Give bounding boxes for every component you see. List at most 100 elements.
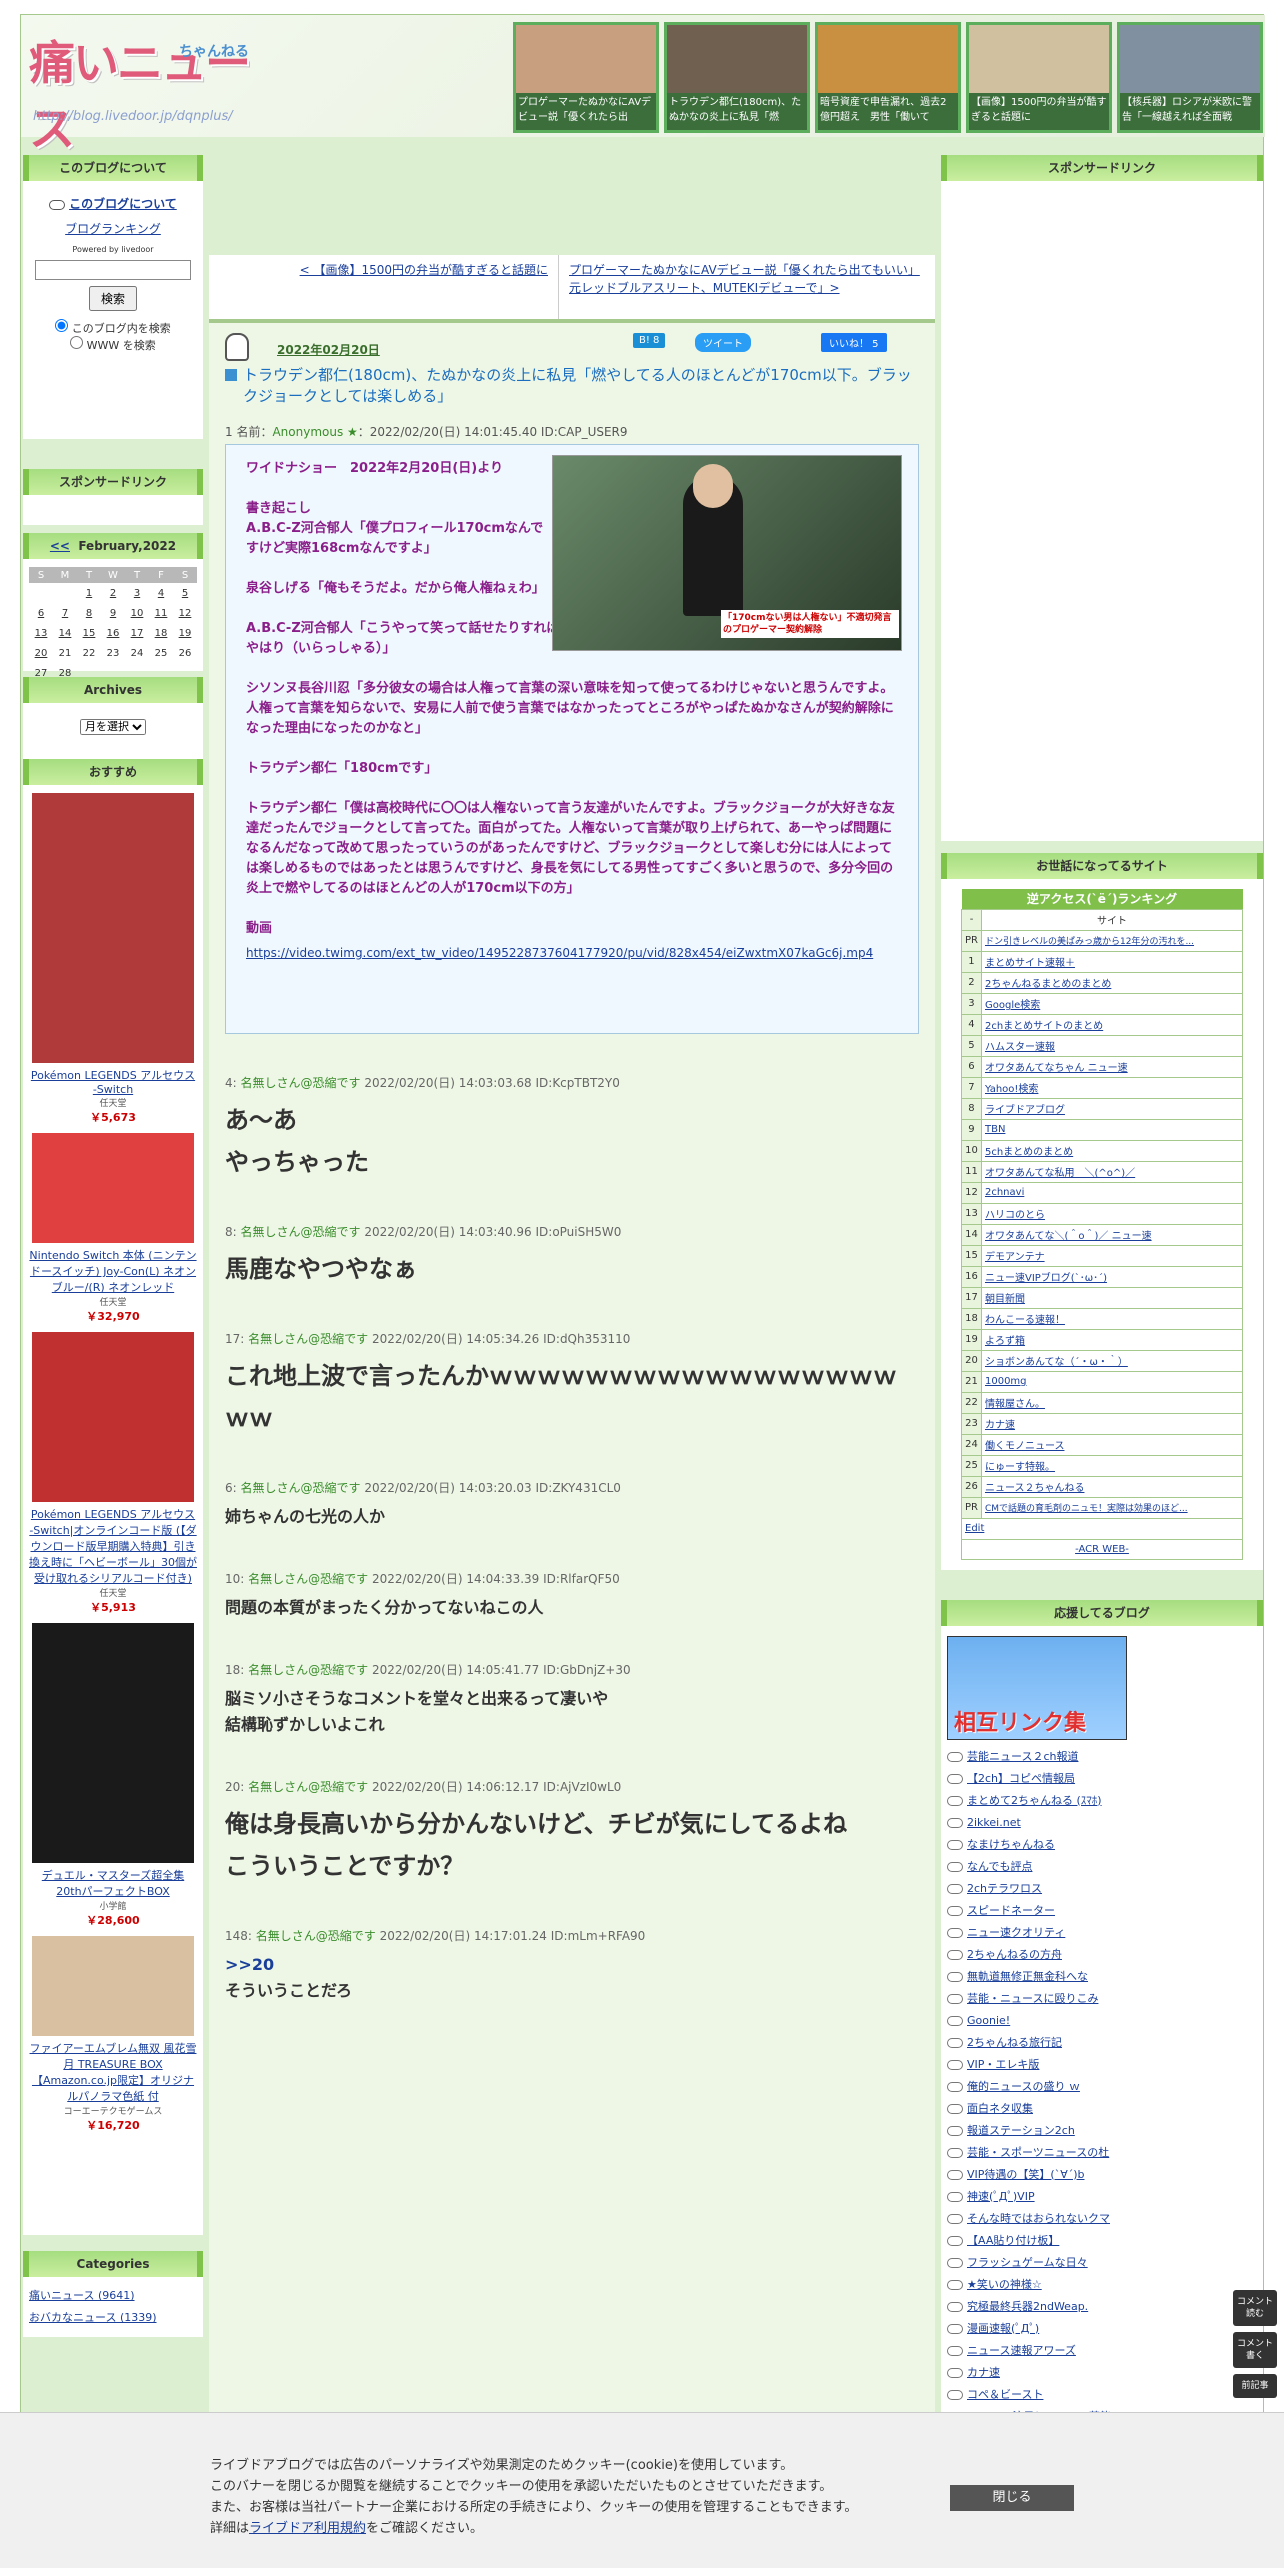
product-image[interactable] bbox=[32, 1133, 194, 1243]
support-blog-link[interactable]: VIP・エレキ版 bbox=[967, 2054, 1039, 2076]
header-thumb[interactable]: 【画像】1500円の弁当が酷すぎると話題に bbox=[966, 22, 1112, 133]
ranking-site-link[interactable]: CMで話題の育毛剤のニュモ！実際は効果のほど... bbox=[985, 1504, 1188, 1514]
cookie-terms-link[interactable]: ライブドア利用規約 bbox=[249, 2521, 366, 2536]
ranking-site-link[interactable]: Google検索 bbox=[985, 1000, 1040, 1011]
support-blog-link[interactable]: 神速(ﾟДﾟ)VIP bbox=[967, 2186, 1035, 2208]
calendar-day[interactable]: 11 bbox=[149, 603, 173, 623]
ranking-site-link[interactable]: デモアンテナ bbox=[985, 1252, 1045, 1263]
support-blog-link[interactable]: なんでも評点 bbox=[967, 1856, 1032, 1878]
archives-select[interactable]: 月を選択 bbox=[80, 719, 146, 735]
comment-anchor-link[interactable]: >>20 bbox=[225, 1952, 919, 1978]
prev-article-link[interactable]: < 【画像】1500円の弁当が酷すぎると話題に bbox=[300, 263, 548, 277]
support-blog-link[interactable]: VIP待遇の【笑】(`∀´)b bbox=[967, 2164, 1085, 2186]
product-link[interactable]: ファイアーエムブレム無双 風花雪月 TREASURE BOX 【Amazon.c… bbox=[30, 2042, 197, 2103]
support-blog-link[interactable]: ニュース速報アワーズ bbox=[967, 2340, 1076, 2362]
calendar-day[interactable]: 13 bbox=[29, 623, 53, 643]
calendar-day[interactable]: 14 bbox=[53, 623, 77, 643]
ranking-site-link[interactable]: ニュース２ちゃんねる bbox=[985, 1483, 1085, 1494]
support-blog-link[interactable]: ニュー速クオリティ bbox=[967, 1922, 1065, 1944]
ranking-site-link[interactable]: ライブドアブログ bbox=[985, 1105, 1065, 1116]
calendar-day[interactable]: 15 bbox=[77, 623, 101, 643]
calendar-day[interactable]: 24 bbox=[125, 643, 149, 663]
ranking-site-link[interactable]: ニュー速VIPブログ(`･ω･´) bbox=[985, 1273, 1107, 1284]
ranking-site-link[interactable]: ショボンあんてな（´・ω・｀） bbox=[985, 1357, 1128, 1368]
support-blog-link[interactable]: スピードネーター bbox=[967, 1900, 1055, 1922]
category-link[interactable]: 痛いニュース (9641) bbox=[29, 2285, 197, 2307]
calendar-day[interactable]: 6 bbox=[29, 603, 53, 623]
ranking-site-link[interactable]: にゅーす特報。 bbox=[985, 1462, 1055, 1473]
about-link[interactable]: このブログについて bbox=[69, 197, 177, 211]
ranking-site-link[interactable]: カナ速 bbox=[985, 1420, 1015, 1431]
ranking-site-link[interactable]: Yahoo!検索 bbox=[985, 1084, 1038, 1095]
calendar-day[interactable]: 26 bbox=[173, 643, 197, 663]
ranking-site-link[interactable]: 5chまとめのまとめ bbox=[985, 1147, 1073, 1158]
support-blog-link[interactable]: 芸能ニュース２ch報道 bbox=[967, 1746, 1078, 1768]
calendar-day[interactable]: 7 bbox=[53, 603, 77, 623]
next-article-link[interactable]: プロゲーマーたぬかなにAVデビュー説「優くれたら出てもいい」元レッドブルアスリー… bbox=[569, 263, 920, 295]
calendar-day[interactable]: 17 bbox=[125, 623, 149, 643]
header-thumb[interactable]: プロゲーマーたぬかなにAVデビュー説「優くれたら出 bbox=[513, 22, 659, 133]
like-button[interactable]: いいね！ 5 bbox=[821, 333, 887, 352]
support-blog-link[interactable]: そんな時ではおられないクマ bbox=[967, 2208, 1110, 2230]
video-link[interactable]: https://video.twimg.com/ext_tw_video/149… bbox=[246, 946, 873, 960]
calendar-day[interactable]: 25 bbox=[149, 643, 173, 663]
cookie-close-button[interactable]: 閉じる bbox=[950, 2485, 1074, 2511]
ranking-edit-link[interactable]: Edit bbox=[965, 1523, 984, 1534]
support-blog-link[interactable]: 報道ステーション2ch bbox=[967, 2120, 1075, 2142]
category-link[interactable]: おバカなニュース (1339) bbox=[29, 2307, 197, 2329]
ranking-acr-link[interactable]: -ACR WEB- bbox=[1075, 1544, 1129, 1555]
support-blog-link[interactable]: 【2ch】コピペ情報局 bbox=[967, 1768, 1075, 1790]
ranking-site-link[interactable]: わんこーる速報！ bbox=[985, 1315, 1065, 1326]
search-button[interactable]: 検索 bbox=[88, 286, 137, 311]
support-blog-link[interactable]: 2ikkei.net bbox=[967, 1812, 1021, 1834]
support-blog-link[interactable]: 芸能・ニュースに殴りこみ bbox=[967, 1988, 1098, 2010]
tweet-button[interactable]: ツイート bbox=[695, 333, 751, 352]
calendar-day[interactable]: 8 bbox=[77, 603, 101, 623]
ranking-site-link[interactable]: 1000mg bbox=[985, 1376, 1027, 1387]
header-thumb[interactable]: 暗号資産で申告漏れ、過去2億円超え 男性「働いて bbox=[815, 22, 961, 133]
product-link[interactable]: Pokémon LEGENDS アルセウス -Switch|オンラインコード版 … bbox=[29, 1508, 197, 1585]
support-blog-link[interactable]: 究極最終兵器2ndWeap. bbox=[967, 2296, 1088, 2318]
calendar-day[interactable]: 9 bbox=[101, 603, 125, 623]
calendar-day[interactable]: 22 bbox=[77, 643, 101, 663]
hatena-button[interactable]: B! 8 bbox=[633, 333, 666, 348]
product-image[interactable] bbox=[32, 1936, 194, 2036]
ranking-site-link[interactable]: ハムスター速報 bbox=[985, 1042, 1055, 1053]
blog-ranking-link[interactable]: ブログランキング bbox=[65, 222, 161, 236]
side-button[interactable]: コメント読む bbox=[1233, 2290, 1277, 2326]
tv-screenshot[interactable]: 「170cmない男は人権ない」不適切発言のプロゲーマー契約解除 bbox=[552, 455, 902, 651]
support-blog-link[interactable]: 無軌道無修正無金科へな bbox=[967, 1966, 1088, 1988]
ranking-site-link[interactable]: オワタあんてな＼(＾o＾)／ ニュー速 bbox=[985, 1231, 1152, 1242]
support-blog-link[interactable]: コペ＆ビースト bbox=[967, 2384, 1043, 2406]
calendar-day[interactable]: 18 bbox=[149, 623, 173, 643]
ranking-site-link[interactable]: 朝目新聞 bbox=[985, 1294, 1025, 1305]
product-link[interactable]: Pokémon LEGENDS アルセウス -Switch bbox=[31, 1069, 195, 1096]
support-blog-link[interactable]: なまけちゃんねる bbox=[967, 1834, 1055, 1856]
mutual-link-banner[interactable]: 相互リンク集 bbox=[947, 1635, 1127, 1740]
calendar-day[interactable]: 23 bbox=[101, 643, 125, 663]
support-blog-link[interactable]: ★笑いの神様☆ bbox=[967, 2274, 1042, 2296]
side-button[interactable]: コメント書く bbox=[1233, 2332, 1277, 2368]
site-logo[interactable]: 痛いニュース ちゃんねる http://blog.livedoor.jp/dqn… bbox=[29, 27, 251, 156]
radio-www[interactable] bbox=[70, 336, 84, 349]
search-input[interactable] bbox=[35, 260, 191, 280]
product-image[interactable] bbox=[32, 1332, 194, 1502]
ranking-site-link[interactable]: TBN bbox=[985, 1124, 1005, 1135]
support-blog-link[interactable]: フラッシュゲームな日々 bbox=[967, 2252, 1088, 2274]
calendar-day[interactable]: 20 bbox=[29, 643, 53, 663]
calendar-day[interactable]: 10 bbox=[125, 603, 149, 623]
product-link[interactable]: デュエル・マスターズ超全集 20thパーフェクトBOX bbox=[42, 1869, 184, 1898]
calendar-day[interactable]: 2 bbox=[101, 583, 125, 603]
ranking-site-link[interactable]: オワタあんてな私用 ＼(^o^)／ bbox=[985, 1168, 1135, 1179]
support-blog-link[interactable]: 芸能・スポーツニュースの杜 bbox=[967, 2142, 1109, 2164]
support-blog-link[interactable]: 2ちゃんねるの方舟 bbox=[967, 1944, 1062, 1966]
support-blog-link[interactable]: 2chテラワロス bbox=[967, 1878, 1042, 1900]
product-image[interactable] bbox=[32, 793, 194, 1063]
ranking-site-link[interactable]: 2ちゃんねるまとめのまとめ bbox=[985, 979, 1111, 990]
calendar-day[interactable]: 3 bbox=[125, 583, 149, 603]
calendar-day[interactable]: 5 bbox=[173, 583, 197, 603]
calendar-prev[interactable]: << bbox=[50, 539, 70, 553]
support-blog-link[interactable]: 面白ネタ収集 bbox=[967, 2098, 1033, 2120]
ranking-site-link[interactable]: オワタあんてなちゃん ニュー速 bbox=[985, 1063, 1128, 1074]
calendar-day[interactable]: 16 bbox=[101, 623, 125, 643]
